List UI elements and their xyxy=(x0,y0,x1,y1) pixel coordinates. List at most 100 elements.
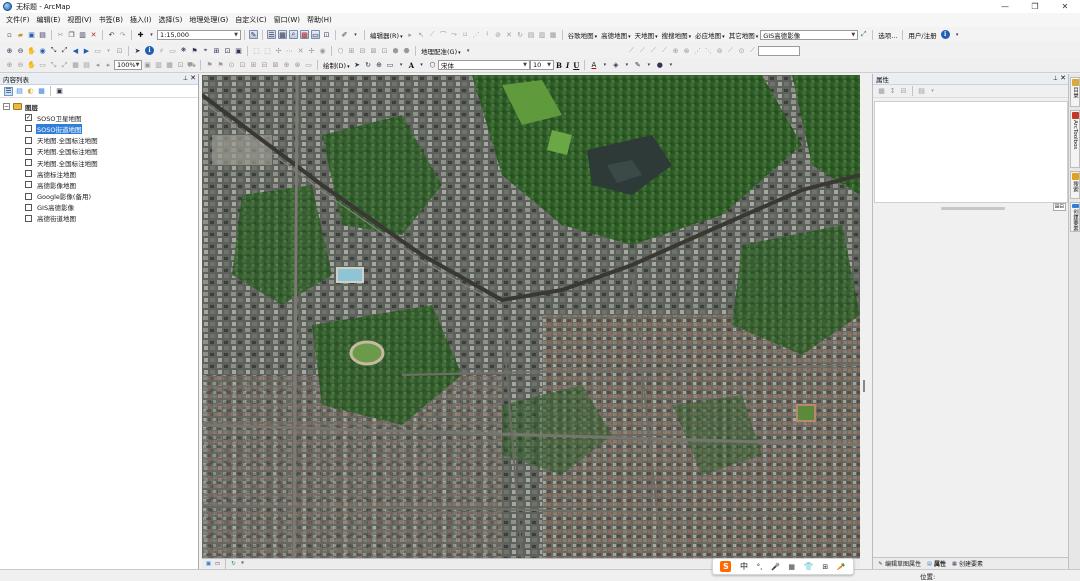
network-tool-5-icon[interactable]: ⊟ xyxy=(260,61,269,70)
measure-icon[interactable]: ⊞ xyxy=(212,46,221,55)
layer-group[interactable]: − 图层 xyxy=(0,101,198,112)
editor-menu-icon[interactable]: ✐ xyxy=(340,30,349,39)
layer-item[interactable]: ✓ SOSO卫星地图 xyxy=(0,112,198,123)
underline-button[interactable]: U xyxy=(573,61,579,70)
line-color-icon[interactable]: ✎ xyxy=(633,61,642,70)
attr-tool-4-icon[interactable]: ▤ xyxy=(917,87,926,96)
open-folder-icon[interactable]: ▰ xyxy=(16,30,25,39)
create-features-tb-icon[interactable]: ▦ xyxy=(549,30,558,39)
advanced-edit-9-icon[interactable]: ⊚ xyxy=(715,46,724,55)
refresh-icon[interactable]: ↻ xyxy=(230,560,237,567)
layout-tool-12-icon[interactable]: ▥ xyxy=(154,61,163,70)
advanced-edit-3-icon[interactable]: ⟋ xyxy=(649,46,658,55)
attributes-scrollbar[interactable] xyxy=(941,207,1005,210)
gis-amap-imagery-combo[interactable]: GIS高德影像 ▼ xyxy=(760,29,859,40)
attr-tool-1-icon[interactable]: ▦ xyxy=(877,87,886,96)
tab-attributes[interactable]: ▤ 属性 xyxy=(925,559,946,569)
attr-tool-3-icon[interactable]: ⊟ xyxy=(899,87,908,96)
font-color-dropdown-icon[interactable]: ▾ xyxy=(600,61,609,70)
blank-input-field[interactable] xyxy=(758,45,800,56)
layout-tool-4-icon[interactable]: ▭ xyxy=(38,61,47,70)
user-register-menu[interactable]: 用户/注册 xyxy=(908,30,936,40)
sketch-properties-icon[interactable]: ▥ xyxy=(538,30,547,39)
menu-windows[interactable]: 窗口(W) xyxy=(274,15,300,25)
select-elements-icon[interactable]: ➤ xyxy=(133,46,142,55)
list-by-selection-icon[interactable]: ▦ xyxy=(37,87,46,96)
layer-item[interactable]: SOSO街道地图 xyxy=(0,122,198,135)
advanced-edit-5-icon[interactable]: ⊕ xyxy=(671,46,680,55)
text-dropdown-icon[interactable]: ▾ xyxy=(417,61,426,70)
options-menu[interactable]: 选项... xyxy=(878,30,897,40)
georef-tool-4-icon[interactable]: ⋯ xyxy=(285,46,294,55)
layout-tool-8-icon[interactable]: ▤ xyxy=(82,61,91,70)
pin-icon[interactable]: ⊥ xyxy=(1053,75,1058,82)
network-tool-4-icon[interactable]: ⊞ xyxy=(249,61,258,70)
find-icon[interactable]: ⛯ xyxy=(179,46,188,55)
straight-segment-icon[interactable]: ⟋ xyxy=(428,30,437,39)
amap-menu[interactable]: 高德地图▾ xyxy=(601,30,631,40)
soso-maps-menu[interactable]: 搜搜地图▾ xyxy=(662,30,692,40)
save-icon[interactable]: ▣ xyxy=(27,30,36,39)
advanced-edit-8-icon[interactable]: ⋱ xyxy=(704,46,713,55)
layer-visibility-checkbox[interactable] xyxy=(25,136,32,144)
advanced-edit-1-icon[interactable]: ⟋ xyxy=(627,46,636,55)
copy-icon[interactable]: ❐ xyxy=(67,30,76,39)
georef-tool-13-icon[interactable]: ⬢ xyxy=(391,46,400,55)
data-view-icon[interactable]: ▣ xyxy=(205,560,212,567)
menu-edit[interactable]: 编辑(E) xyxy=(37,15,61,25)
fixed-zoom-in-icon[interactable]: ⤡ xyxy=(49,46,58,55)
zoom-out-icon[interactable]: ⊖ xyxy=(16,46,25,55)
layer-visibility-checkbox[interactable] xyxy=(25,125,32,133)
punctuation-icon[interactable]: °, xyxy=(757,563,763,571)
menu-bookmarks[interactable]: 书签(B) xyxy=(99,15,123,25)
connect-icon[interactable]: ⤢ xyxy=(859,30,868,39)
menu-customize[interactable]: 自定义(C) xyxy=(235,15,266,25)
menu-help[interactable]: 帮助(H) xyxy=(307,15,332,25)
flag-tool-icon[interactable]: ⚑ xyxy=(205,61,214,70)
add-data-icon[interactable]: ✚ xyxy=(136,30,145,39)
network-tool-8-icon[interactable]: ⊗ xyxy=(293,61,302,70)
advanced-edit-4-icon[interactable]: ⟋ xyxy=(660,46,669,55)
georef-tool-11-icon[interactable]: ⊠ xyxy=(369,46,378,55)
editor-menu[interactable]: 编辑器(R)▾ xyxy=(370,30,403,40)
menu-geoprocessing[interactable]: 地理处理(G) xyxy=(189,15,228,25)
other-maps-menu[interactable]: 其它地图▾ xyxy=(729,30,759,40)
paste-icon[interactable]: ▥ xyxy=(78,30,87,39)
layer-visibility-checkbox[interactable] xyxy=(25,203,32,211)
georef-dropdown-icon[interactable]: ▾ xyxy=(464,46,473,55)
clear-selection-icon[interactable]: ⊡ xyxy=(115,46,124,55)
sogou-logo-icon[interactable]: S xyxy=(720,561,732,572)
attr-expand-collapse-button[interactable]: ⊞⊟ xyxy=(1052,203,1066,211)
layer-item[interactable]: 高德街道地图 xyxy=(0,213,198,224)
info-dropdown-icon[interactable]: ▾ xyxy=(953,30,962,39)
menu-view[interactable]: 视图(V) xyxy=(67,15,91,25)
advanced-edit-2-icon[interactable]: ⟋ xyxy=(638,46,647,55)
attributes-content-area[interactable] xyxy=(874,101,1068,203)
georef-tool-2-icon[interactable]: ⬚ xyxy=(263,46,272,55)
network-tool-2-icon[interactable]: ⊙ xyxy=(227,61,236,70)
pause-drawing-icon[interactable]: ⏸ xyxy=(239,560,246,567)
carrot-icon[interactable]: 🥕 xyxy=(837,563,846,571)
advanced-edit-11-icon[interactable]: ⊙ xyxy=(737,46,746,55)
html-popup-icon[interactable]: ▭ xyxy=(168,46,177,55)
layer-visibility-checkbox[interactable] xyxy=(25,159,32,167)
cut-icon[interactable]: ✂ xyxy=(56,30,65,39)
layout-tool-9-icon[interactable]: ◂ xyxy=(93,61,102,70)
full-extent-icon[interactable]: ◉ xyxy=(38,46,47,55)
bold-button[interactable]: B xyxy=(556,61,562,70)
rectangle-dropdown-icon[interactable]: ▾ xyxy=(397,61,406,70)
google-maps-menu[interactable]: 谷歌地图▾ xyxy=(568,30,598,40)
font-color-icon[interactable]: A xyxy=(589,61,598,70)
marker-color-dropdown-icon[interactable]: ▾ xyxy=(666,61,675,70)
georef-tool-1-icon[interactable]: ⬚ xyxy=(252,46,261,55)
redo-icon[interactable]: ↷ xyxy=(118,30,127,39)
editor-toolbar-icon[interactable]: ✎ xyxy=(249,30,258,39)
georef-tool-9-icon[interactable]: ⊞ xyxy=(347,46,356,55)
map-view[interactable] xyxy=(202,75,860,558)
layer-item[interactable]: 天地图.全国标注地图 xyxy=(0,157,198,168)
layer-item[interactable]: 高德标注地图 xyxy=(0,168,198,179)
georef-tool-6-icon[interactable]: ✢ xyxy=(307,46,316,55)
time-slider-icon[interactable]: ⊡ xyxy=(223,46,232,55)
layout-tool-2-icon[interactable]: ⊖ xyxy=(16,61,25,70)
python-window-icon[interactable]: ▭ xyxy=(311,30,320,39)
